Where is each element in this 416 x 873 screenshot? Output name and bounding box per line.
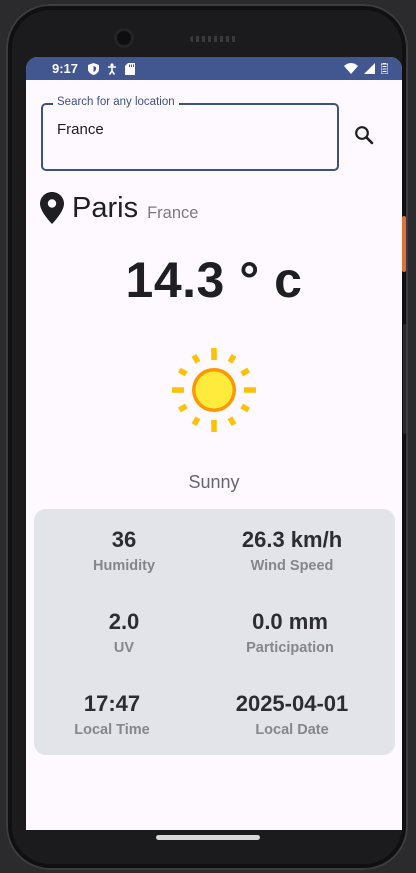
weather-details-card: 36 Humidity 26.3 km/h Wind Speed 2.0 UV … [34,509,395,755]
search-input[interactable]: Search for any location France [41,96,339,171]
sd-card-icon [125,62,136,75]
status-bar: 9:17 [26,57,402,80]
local-date-label: Local Date [255,722,329,738]
humidity-label: Humidity [92,558,156,574]
uv-value: 2.0 [108,609,140,634]
location-row: Paris France [40,192,198,224]
signal-icon [364,63,375,74]
accessibility-icon [108,62,117,75]
detail-wind-speed: 26.3 km/h Wind Speed [202,527,382,574]
detail-local-time: 17:47 Local Time [26,691,202,738]
local-time-label: Local Time [74,722,150,738]
gesture-navigation-bar[interactable] [156,835,260,840]
status-time: 9:17 [52,61,79,76]
battery-icon [381,63,388,74]
humidity-value: 36 [111,527,137,552]
search-value: France [57,121,104,138]
search-icon[interactable] [352,123,376,147]
wifi-icon [344,63,358,74]
weather-condition: Sunny [188,472,240,492]
app-screen: 9:17 Search for any location France Pari… [26,57,402,830]
sunny-icon [172,348,256,432]
phone-frame: 9:17 Search for any location France Pari… [6,4,408,870]
detail-uv: 2.0 UV [34,609,214,656]
volume-rocker [403,324,406,434]
country-name: France [147,204,199,222]
wind-speed-label: Wind Speed [250,558,334,574]
front-camera [117,31,131,45]
shield-icon [88,62,100,75]
participation-value: 0.0 mm [252,609,328,634]
location-pin-icon [40,192,64,224]
detail-participation: 0.0 mm Participation [200,609,380,656]
search-row: Search for any location France [26,80,402,180]
search-label: Search for any location [53,96,179,108]
participation-label: Participation [246,640,334,656]
city-name: Paris [72,192,139,224]
detail-local-date: 2025-04-01 Local Date [202,691,382,738]
local-time-value: 17:47 [83,691,141,716]
power-button [402,216,406,272]
uv-label: UV [113,640,135,656]
wind-speed-value: 26.3 km/h [241,527,343,552]
temperature: 14.3 ° c [125,252,303,308]
earpiece-speaker [190,36,238,42]
local-date-value: 2025-04-01 [235,691,349,716]
detail-humidity: 36 Humidity [34,527,214,574]
